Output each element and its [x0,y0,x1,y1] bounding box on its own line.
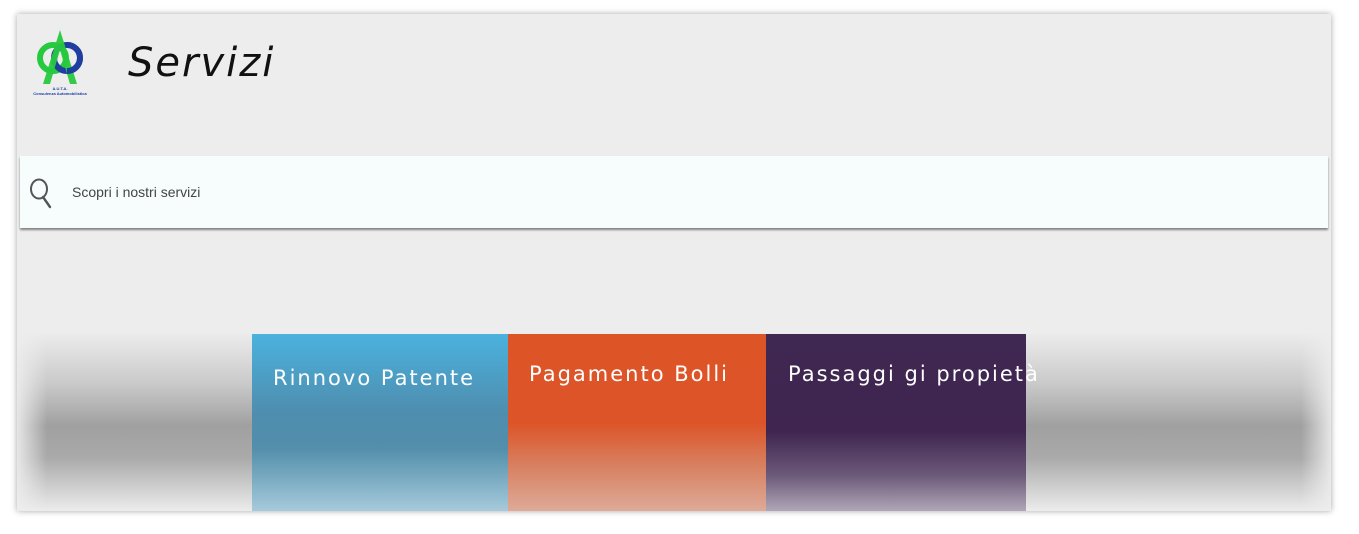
search-bar[interactable] [20,156,1328,228]
page-header: A.U.T.A. Consulenza Automobilistica Serv… [17,14,1331,154]
service-tile-label: Pagamento Bolli [529,362,729,386]
page-title: Servizi [128,40,276,86]
search-input[interactable] [72,178,772,206]
search-icon[interactable] [28,177,54,209]
service-tile-rinnovo-patente[interactable]: Rinnovo Patente [252,334,508,511]
service-tile-label: Passaggi gi propietà [788,362,1040,386]
service-tile-passaggi-proprieta[interactable]: Passaggi gi propietà [766,334,1038,511]
service-tile-label: Rinnovo Patente [273,366,476,390]
shadow-fade-left [17,332,47,511]
logo-caption-line2: Consulenza Automobilistica [33,91,87,96]
company-logo[interactable]: A.U.T.A. Consulenza Automobilistica [31,28,89,98]
company-logo-icon [37,30,83,84]
shadow-fade-right [1301,332,1331,511]
logo-caption: A.U.T.A. Consulenza Automobilistica [31,86,89,96]
service-tile-pagamento-bolli[interactable]: Pagamento Bolli [508,334,766,511]
app-window: A.U.T.A. Consulenza Automobilistica Serv… [17,14,1331,511]
